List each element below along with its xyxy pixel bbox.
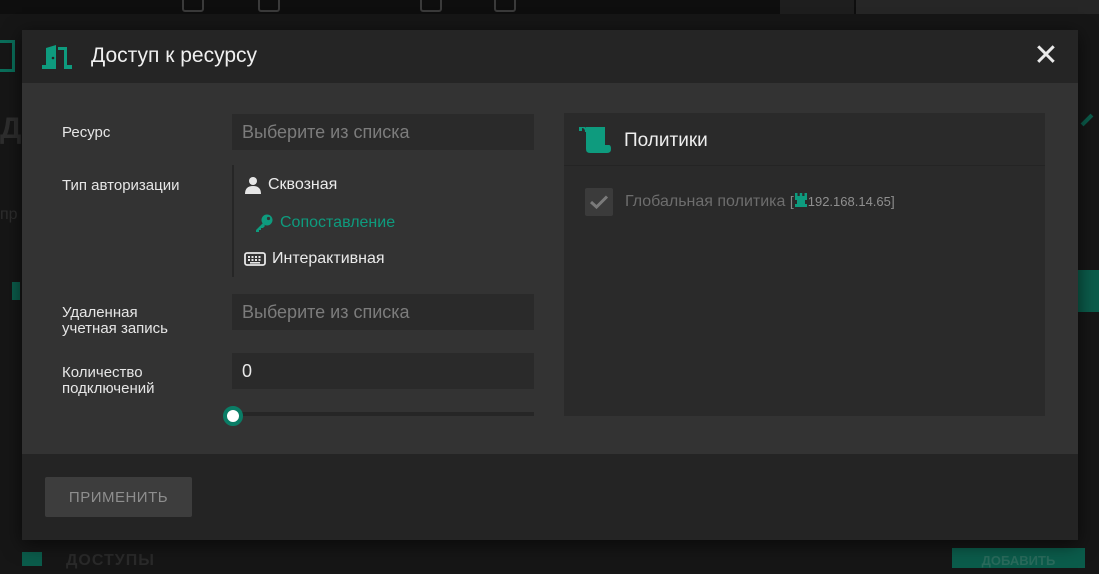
policies-header: Политики	[564, 113, 1045, 166]
policy-ip: 192.168.14.65	[807, 194, 891, 209]
auth-option-passthrough[interactable]: Сквозная	[244, 176, 337, 194]
tower-icon	[794, 193, 807, 207]
toolbar-icon	[494, 0, 516, 12]
background-section-label: ДОСТУПЫ	[66, 552, 155, 569]
remote-account-select[interactable]	[232, 294, 534, 330]
background-action-button	[1078, 270, 1099, 312]
policies-panel: Политики Глобальная политика [ 192.168.1…	[564, 113, 1045, 416]
background-search-field	[856, 0, 1099, 14]
auth-type-label: Тип авторизации	[62, 177, 180, 194]
keyboard-icon	[244, 252, 266, 266]
toolbar-icon	[420, 0, 442, 12]
remote-account-label-line2: учетная запись	[62, 320, 168, 337]
toolbar-icon	[258, 0, 280, 12]
door-icon	[42, 45, 72, 69]
policies-title: Политики	[624, 130, 708, 151]
background-marker	[12, 282, 20, 300]
checkmark-icon	[590, 195, 608, 209]
auth-option-interactive[interactable]: Интерактивная	[244, 250, 385, 268]
connections-count-input[interactable]	[232, 353, 534, 389]
background-subtitle: пр	[0, 206, 18, 223]
dialog-footer: ПРИМЕНИТЬ	[22, 454, 1078, 540]
resource-label: Ресурс	[62, 124, 111, 141]
bracket-close: ]	[890, 193, 895, 209]
key-icon	[256, 214, 273, 232]
policy-checkbox[interactable]	[585, 188, 613, 216]
toolbar-icon	[182, 0, 204, 12]
connections-label-line2: подключений	[62, 380, 155, 397]
background-add-button: ДОБАВИТЬ	[952, 548, 1085, 568]
resource-select[interactable]	[232, 114, 534, 150]
connections-slider-track[interactable]	[232, 412, 534, 416]
connections-label-line1: Количество	[62, 364, 143, 381]
dialog-title: Доступ к ресурсу	[91, 44, 258, 67]
auth-type-options: Сквозная Сопоставление Интерактивная	[232, 165, 514, 277]
dialog-header: Доступ к ресурсу ✕	[22, 30, 1078, 83]
scroll-icon	[579, 127, 611, 153]
background-tab	[780, 0, 854, 14]
user-icon	[245, 177, 261, 194]
policy-name-row: Глобальная политика [ 192.168.14.65]	[625, 193, 895, 211]
resource-access-dialog: Доступ к ресурсу ✕ Ресурс Тип авторизаци…	[22, 30, 1078, 540]
policy-item: Глобальная политика [ 192.168.14.65]	[585, 188, 895, 216]
dialog-body: Ресурс Тип авторизации Сквозная Сопостав…	[22, 83, 1078, 453]
background-door-icon	[22, 552, 42, 566]
auth-option-mapping[interactable]: Сопоставление	[254, 213, 395, 233]
remote-account-label-line1: Удаленная	[62, 304, 138, 321]
connections-label: Количество подключений	[62, 365, 155, 397]
background-edit-icon	[1080, 113, 1094, 127]
remote-account-label: Удаленная учетная запись	[62, 305, 168, 337]
close-icon[interactable]: ✕	[1032, 41, 1060, 71]
auth-option-label: Интерактивная	[272, 250, 385, 267]
connections-slider-thumb[interactable]	[223, 406, 243, 426]
auth-option-label: Сопоставление	[280, 214, 396, 231]
apply-button[interactable]: ПРИМЕНИТЬ	[45, 477, 192, 517]
background-calendar-icon	[0, 40, 15, 72]
auth-option-label: Сквозная	[268, 176, 338, 193]
policy-name: Глобальная политика	[625, 193, 786, 210]
